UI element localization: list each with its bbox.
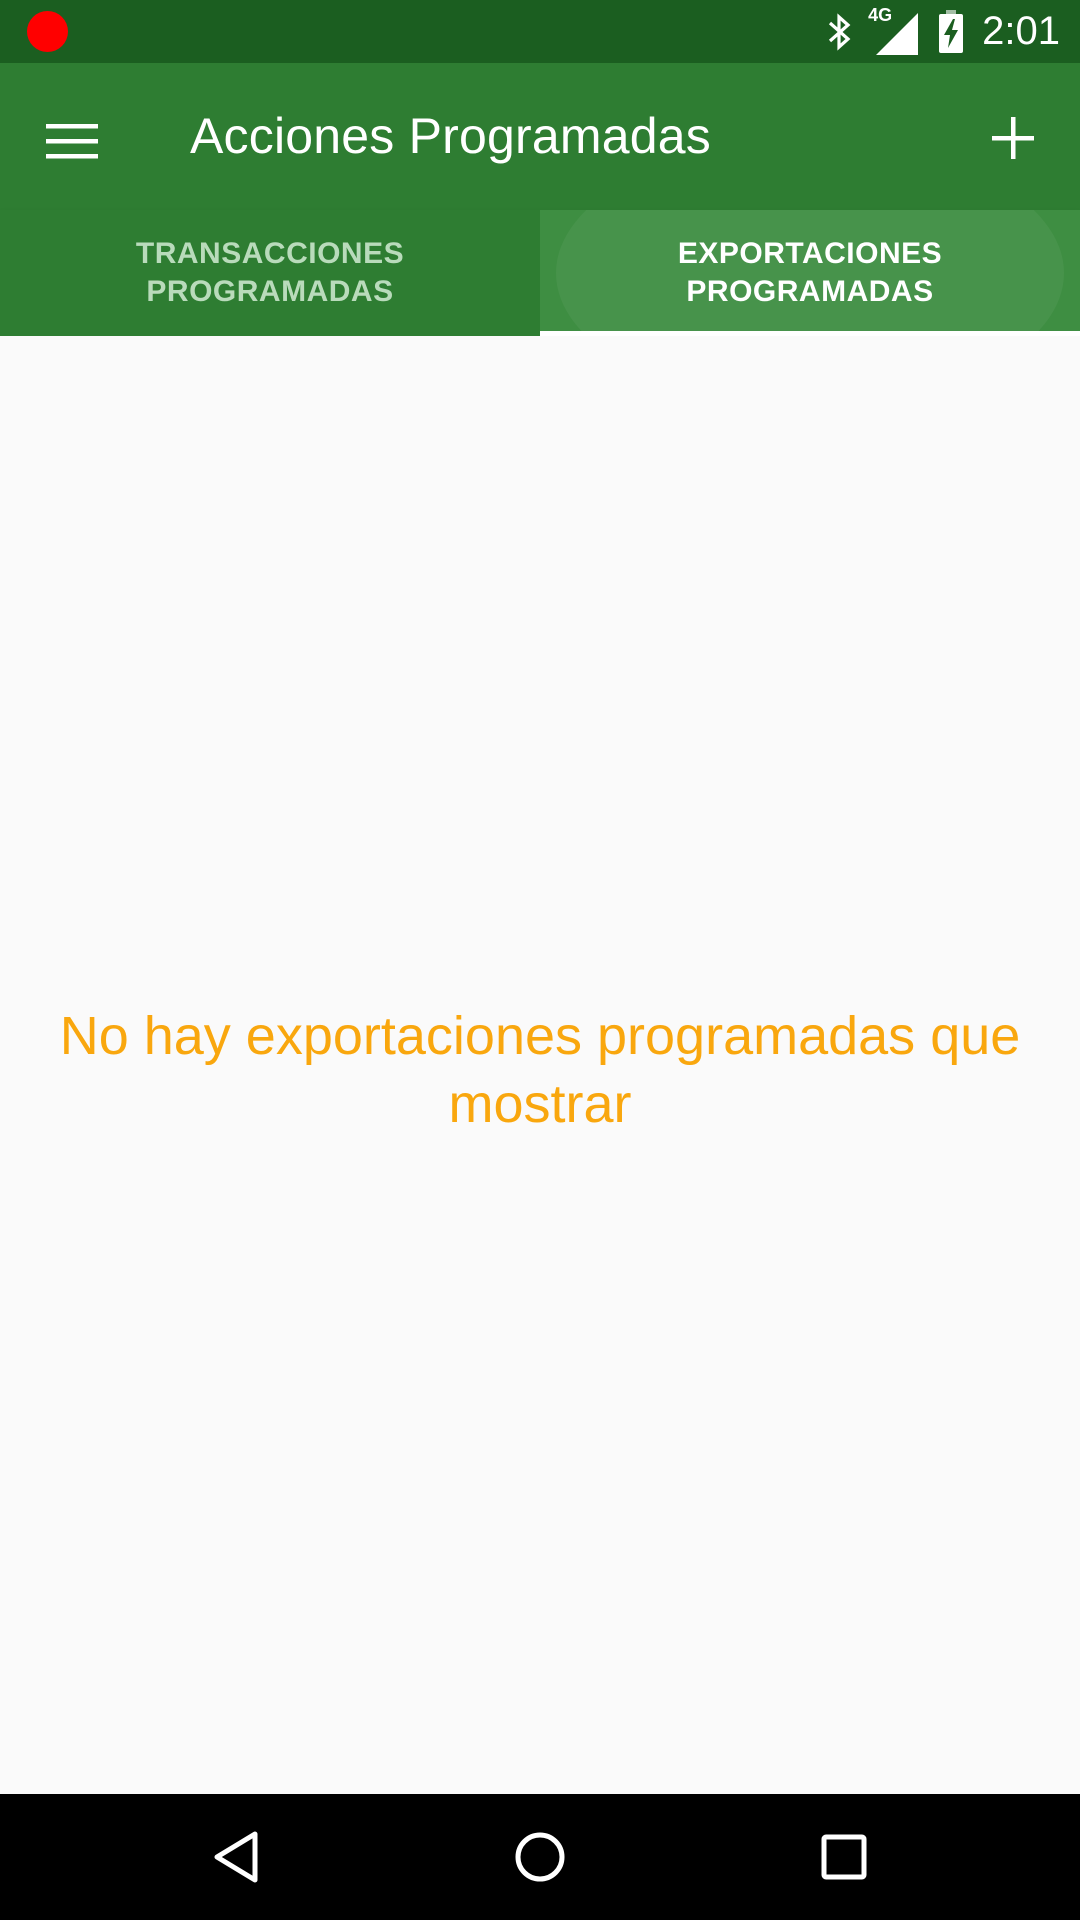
page-title: Acciones Programadas [190,108,711,164]
tab-label: TRANSACCIONES PROGRAMADAS [135,237,405,308]
recents-square-icon [821,1834,867,1880]
network-label: 4G [868,4,893,25]
tab-transacciones-programadas[interactable]: TRANSACCIONES PROGRAMADAS [0,210,540,336]
tab-label: EXPORTACIONES PROGRAMADAS [677,237,943,308]
main-content: No hay exportaciones programadas que mos… [0,336,1080,1794]
signal-4g-icon: 4G [868,5,920,55]
back-triangle-icon [214,1831,258,1883]
home-circle-icon [515,1832,565,1882]
app-bar: Acciones Programadas [0,63,1080,210]
status-bar: 4G 2:01 [0,0,1080,63]
recents-button[interactable] [804,1817,884,1897]
empty-state-message: No hay exportaciones programadas que mos… [59,1006,1021,1134]
plus-icon [992,117,1034,159]
recording-dot-icon [27,11,68,52]
status-icons: 4G 2:01 [826,0,1060,63]
menu-button[interactable] [30,99,114,183]
bluetooth-icon [826,12,854,52]
home-button[interactable] [500,1817,580,1897]
tab-bar: TRANSACCIONES PROGRAMADAS EXPORTACIONES … [0,210,1080,336]
tab-exportaciones-programadas[interactable]: EXPORTACIONES PROGRAMADAS [540,210,1080,336]
hamburger-menu-icon [46,124,98,159]
clock: 2:01 [982,9,1060,53]
add-button[interactable] [968,93,1058,183]
battery-charging-icon [938,9,964,54]
back-button[interactable] [196,1817,276,1897]
navigation-bar [0,1794,1080,1920]
